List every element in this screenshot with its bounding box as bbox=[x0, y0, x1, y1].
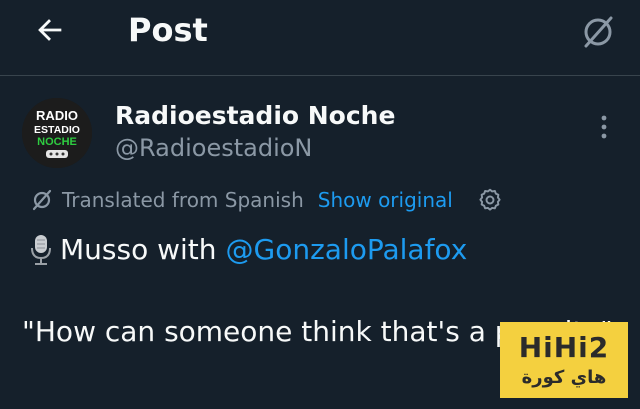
radioestadio-logo: RADIO ESTADIO NOCHE bbox=[22, 98, 92, 168]
translate-icon bbox=[32, 189, 52, 211]
microphone-icon bbox=[31, 235, 51, 265]
watermark-subtitle: هاي كورة bbox=[521, 367, 607, 388]
watermark-title: HiHi2 bbox=[518, 331, 610, 364]
settings-gear-icon[interactable] bbox=[477, 187, 503, 213]
svg-text:ESTADIO: ESTADIO bbox=[34, 124, 80, 136]
grok-icon[interactable] bbox=[578, 12, 618, 52]
translation-bar: Translated from Spanish Show original bbox=[30, 184, 503, 216]
post-text-line: Musso with @GonzaloPalafox bbox=[30, 232, 467, 268]
author-name[interactable]: Radioestadio Noche bbox=[115, 100, 395, 132]
page-title: Post bbox=[128, 11, 208, 49]
top-bar: Post bbox=[0, 0, 640, 76]
svg-text:NOCHE: NOCHE bbox=[37, 136, 77, 148]
svg-text:RADIO: RADIO bbox=[36, 108, 78, 123]
show-original-link[interactable]: Show original bbox=[318, 184, 453, 216]
avatar[interactable]: RADIO ESTADIO NOCHE bbox=[22, 98, 92, 168]
post-text: Musso with bbox=[60, 233, 217, 266]
mention-link[interactable]: @GonzaloPalafox bbox=[226, 232, 468, 268]
back-button[interactable] bbox=[30, 10, 70, 50]
more-options-icon[interactable] bbox=[592, 112, 616, 142]
watermark-logo: HiHi2 هاي كورة bbox=[500, 322, 628, 398]
author-handle[interactable]: @RadioestadioN bbox=[115, 132, 312, 164]
back-arrow-icon bbox=[38, 19, 62, 41]
translation-notice: Translated from Spanish bbox=[62, 188, 304, 212]
